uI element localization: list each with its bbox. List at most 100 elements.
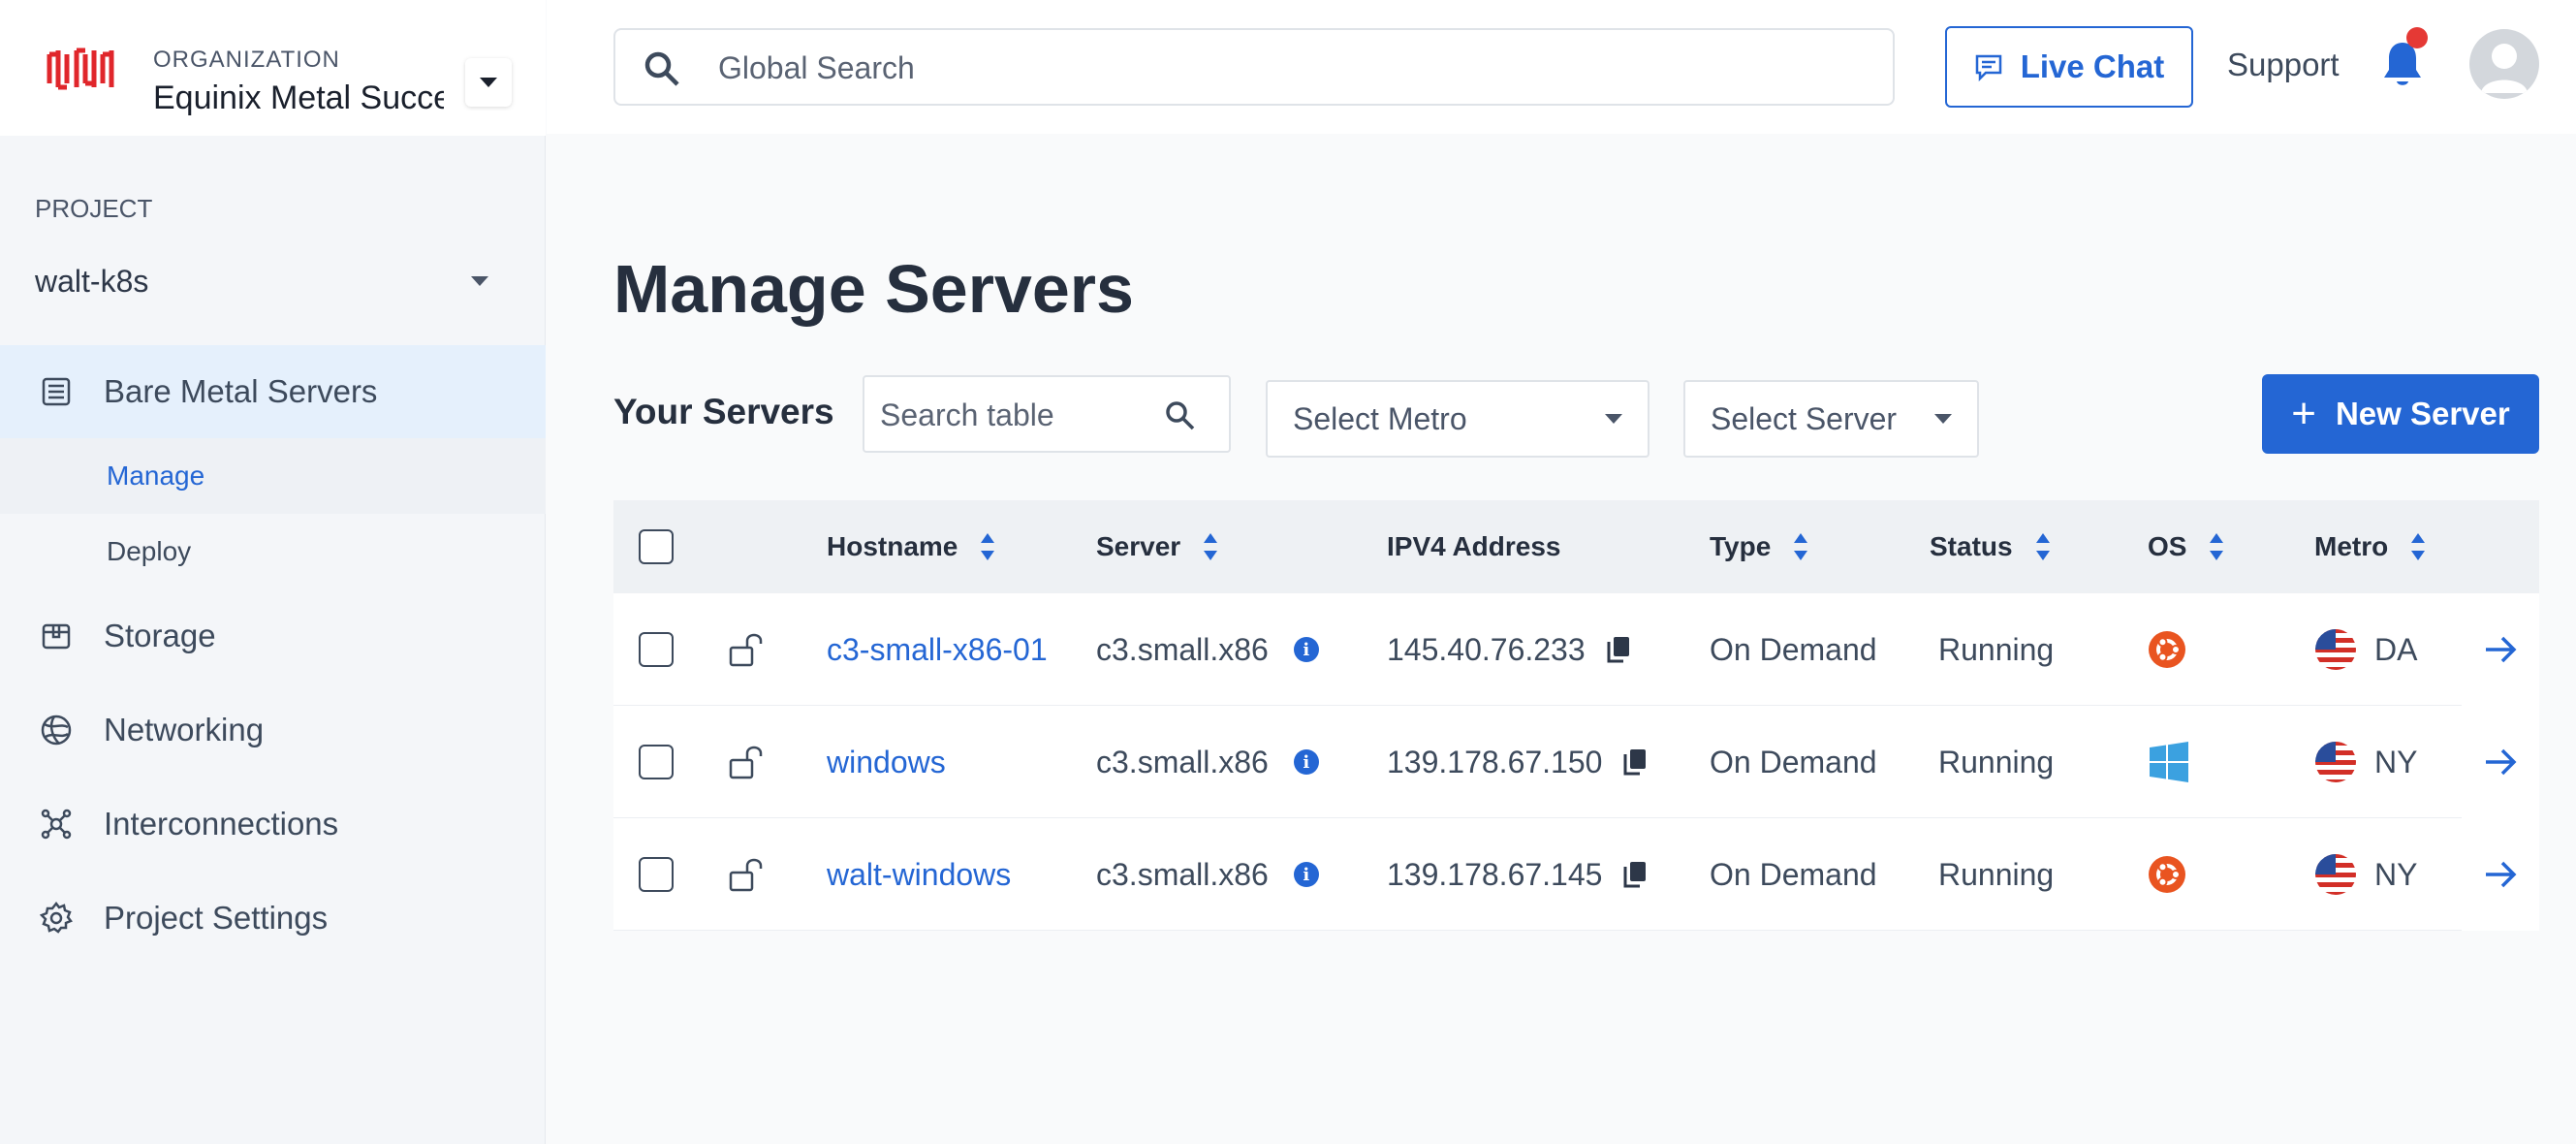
sidebar-item-bare-metal-servers[interactable]: Bare Metal Servers: [0, 345, 546, 438]
copy-icon[interactable]: [1605, 635, 1632, 664]
search-icon: [1166, 401, 1195, 430]
us-flag-icon: [2315, 854, 2356, 895]
arrow-right-icon: [2486, 636, 2517, 663]
ipv4-address: 139.178.67.150: [1387, 744, 1603, 779]
plus-icon: +: [2291, 390, 2316, 437]
type-cell: On Demand: [1710, 856, 1877, 892]
sort-icon[interactable]: [2210, 533, 2224, 560]
lock-open-icon[interactable]: [728, 706, 769, 818]
select-server-dropdown[interactable]: Select Server: [1683, 380, 1979, 458]
hostname-link[interactable]: c3-small-x86-01: [827, 632, 1048, 668]
caret-down-icon: [1934, 414, 1952, 424]
sidebar-item-project-settings[interactable]: Project Settings: [0, 872, 546, 965]
table-row: walt-windows c3.small.x86 i 139.178.67.14…: [613, 818, 2539, 931]
ipv4-cell: 139.178.67.145: [1387, 818, 1649, 931]
metro-code: NY: [2374, 744, 2418, 779]
arrow-right-icon: [2486, 748, 2517, 776]
column-label: OS: [2148, 531, 2187, 561]
sidebar-item-label: Storage: [104, 618, 216, 653]
info-icon[interactable]: i: [1293, 749, 1319, 775]
column-header-status[interactable]: Status: [1930, 500, 2050, 593]
equinix-logo: [47, 48, 114, 90]
caret-down-icon: [471, 276, 488, 286]
hostname-cell: windows: [827, 706, 946, 818]
servers-table: Hostname Server IPV4 Address Type Status…: [613, 500, 2539, 931]
metro-cell: DA: [2314, 593, 2417, 706]
metro-code: DA: [2374, 631, 2418, 667]
page-title: Manage Servers: [613, 251, 1134, 327]
ipv4-address: 139.178.67.145: [1387, 856, 1603, 892]
metro-code: NY: [2374, 856, 2418, 892]
server-plan: c3.small.x86: [1096, 631, 1269, 667]
row-details-arrow[interactable]: [2462, 706, 2539, 818]
global-search-input[interactable]: [718, 44, 1862, 92]
globe-icon: [39, 713, 74, 747]
select-all-checkbox[interactable]: [639, 529, 674, 564]
sidebar-item-label: Project Settings: [104, 900, 329, 936]
user-silhouette-icon: [2481, 44, 2528, 93]
copy-icon[interactable]: [1621, 860, 1649, 889]
info-icon[interactable]: i: [1293, 637, 1319, 662]
column-header-os[interactable]: OS: [2148, 500, 2224, 593]
organization-caption: ORGANIZATION: [153, 47, 340, 73]
server-plan: c3.small.x86: [1096, 744, 1269, 779]
hostname-link[interactable]: windows: [827, 745, 946, 780]
server-cell: c3.small.x86 i: [1096, 818, 1319, 931]
project-caption: PROJECT: [35, 194, 153, 223]
os-cell: [2148, 706, 2190, 818]
table-search-input[interactable]: [880, 393, 1161, 437]
metro-cell: NY: [2314, 706, 2417, 818]
sidebar-item-storage[interactable]: Storage: [0, 589, 546, 683]
table-search[interactable]: [863, 375, 1231, 453]
project-name: walt-k8s: [35, 263, 149, 299]
us-flag-icon: [2315, 742, 2356, 782]
sort-icon[interactable]: [1204, 533, 1218, 560]
copy-icon[interactable]: [1621, 747, 1649, 777]
global-search[interactable]: [613, 28, 1895, 106]
live-chat-button[interactable]: Live Chat: [1945, 26, 2193, 108]
row-checkbox[interactable]: [639, 857, 674, 892]
sidebar-subitem-manage[interactable]: Manage: [0, 438, 546, 514]
server-icon: [39, 374, 74, 409]
sort-icon[interactable]: [2411, 533, 2426, 560]
sort-icon[interactable]: [1794, 533, 1808, 560]
info-icon[interactable]: i: [1293, 862, 1319, 887]
section-title: Your Servers: [613, 392, 834, 431]
project-selector[interactable]: walt-k8s: [35, 254, 500, 308]
us-flag-icon: [2315, 629, 2356, 670]
sort-icon[interactable]: [2035, 533, 2050, 560]
sidebar-subitem-deploy[interactable]: Deploy: [0, 514, 546, 589]
column-header-hostname[interactable]: Hostname: [827, 500, 995, 593]
interconnect-icon: [39, 807, 74, 842]
select-metro-dropdown[interactable]: Select Metro: [1266, 380, 1649, 458]
gear-icon: [39, 901, 74, 936]
select-server-label: Select Server: [1711, 400, 1898, 436]
sort-icon[interactable]: [981, 533, 995, 560]
row-checkbox[interactable]: [639, 745, 674, 779]
ipv4-cell: 139.178.67.150: [1387, 706, 1649, 818]
new-server-button[interactable]: + New Server: [2262, 374, 2539, 454]
sidebar-item-networking[interactable]: Networking: [0, 683, 546, 777]
organization-switcher-button[interactable]: [465, 58, 512, 107]
new-server-label: New Server: [2335, 396, 2510, 431]
column-header-metro[interactable]: Metro: [2314, 500, 2426, 593]
avatar[interactable]: [2469, 29, 2539, 99]
table-row: windows c3.small.x86 i 139.178.67.150 On …: [613, 706, 2539, 818]
row-details-arrow[interactable]: [2462, 593, 2539, 706]
type-cell: On Demand: [1710, 631, 1877, 667]
table-header: Hostname Server IPV4 Address Type Status…: [613, 500, 2539, 593]
lock-open-icon[interactable]: [728, 593, 769, 706]
lock-open-icon[interactable]: [728, 818, 769, 931]
row-checkbox[interactable]: [639, 632, 674, 667]
arrow-right-icon: [2486, 861, 2517, 888]
sidebar-item-interconnections[interactable]: Interconnections: [0, 778, 546, 871]
column-header-type[interactable]: Type: [1710, 500, 1808, 593]
hostname-link[interactable]: walt-windows: [827, 857, 1011, 893]
storage-box-icon: [39, 619, 74, 653]
row-details-arrow[interactable]: [2462, 818, 2539, 931]
sidebar-subitem-label: Deploy: [107, 536, 192, 566]
sidebar: ORGANIZATION Equinix Metal Success PROJE…: [0, 0, 546, 1144]
ipv4-address: 145.40.76.233: [1387, 631, 1586, 667]
column-header-server[interactable]: Server: [1096, 500, 1218, 593]
support-link[interactable]: Support: [2227, 47, 2340, 83]
